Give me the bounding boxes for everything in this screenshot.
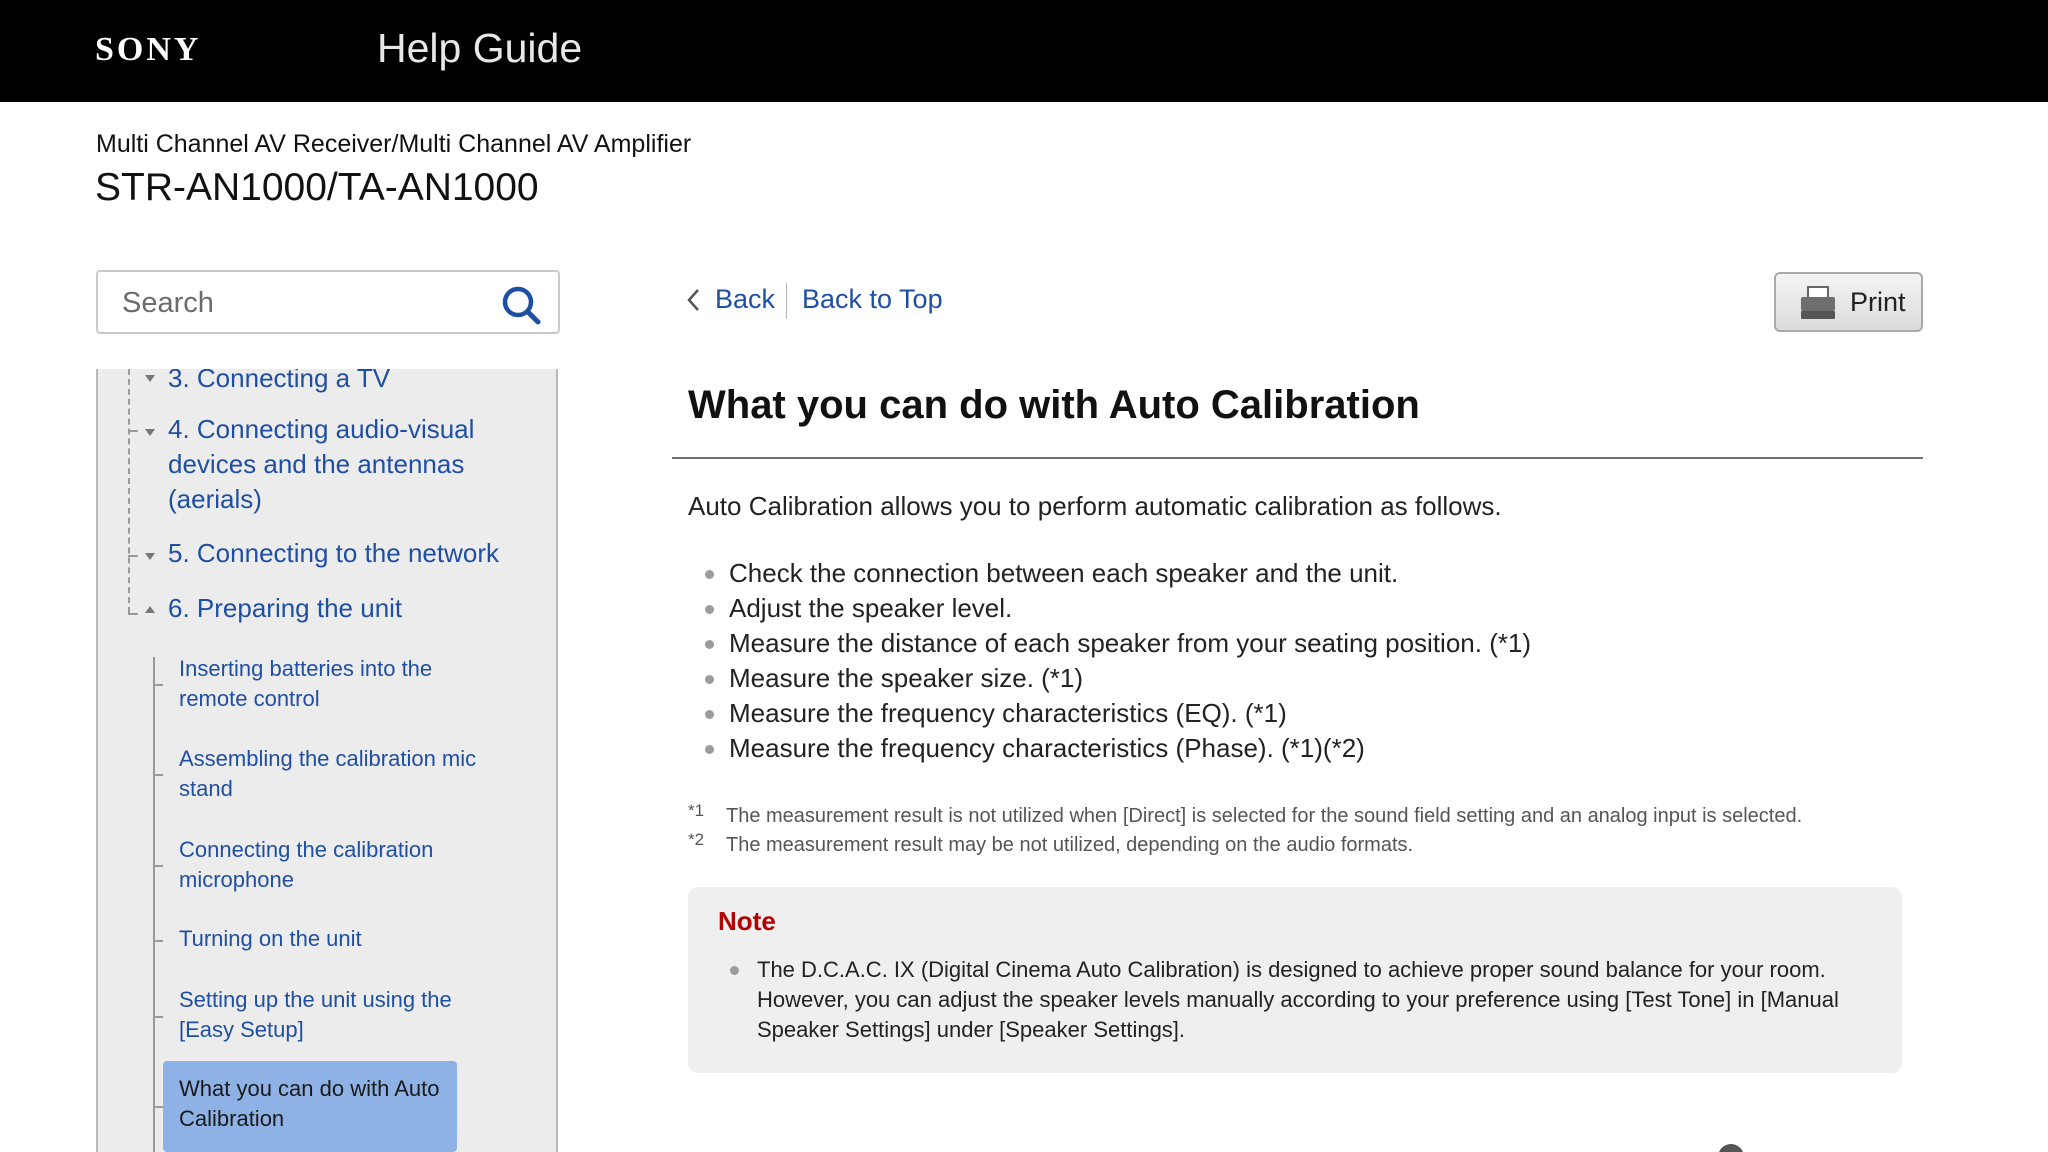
sidebar-item-inserting-batteries[interactable]: Inserting batteries into the remote cont… <box>179 654 499 714</box>
footnote-mark: *1 <box>688 801 705 820</box>
sidebar-item-auto-calibration-active[interactable]: What you can do with Auto Calibration <box>163 1061 457 1152</box>
list-item: Measure the frequency characteristics (P… <box>688 731 1531 766</box>
sidebar-nav: 3. Connecting a TV 4. Connecting audio-v… <box>96 369 558 1152</box>
footnote-text: The measurement result may be not utiliz… <box>726 834 1414 856</box>
sidebar-item-connecting-microphone[interactable]: Connecting the calibration microphone <box>179 835 499 895</box>
list-item: Measure the distance of each speaker fro… <box>688 626 1531 661</box>
collapse-arrow-icon[interactable] <box>145 553 155 560</box>
tree-connector <box>128 555 138 557</box>
sidebar-item-connecting-network[interactable]: 5. Connecting to the network <box>168 536 528 571</box>
note-text: The D.C.A.C. IX (Digital Cinema Auto Cal… <box>757 957 1839 1042</box>
tree-connector <box>153 684 163 686</box>
tree-connector <box>153 865 163 867</box>
print-button[interactable]: Print <box>1774 272 1923 332</box>
chevron-left-icon[interactable] <box>686 288 700 312</box>
sony-logo[interactable]: SONY <box>95 31 201 69</box>
note-heading: Note <box>718 906 776 936</box>
expand-arrow-icon[interactable] <box>145 606 155 613</box>
tree-connector <box>153 940 163 942</box>
sidebar-item-turning-on-unit[interactable]: Turning on the unit <box>179 924 499 954</box>
search-box <box>96 270 560 334</box>
footnote-text: The measurement result is not utilized w… <box>726 805 1803 827</box>
product-subtitle: Multi Channel AV Receiver/Multi Channel … <box>96 130 692 158</box>
page-title: What you can do with Auto Calibration <box>688 383 1420 427</box>
collapse-arrow-icon[interactable] <box>145 375 155 382</box>
note-box: Note The D.C.A.C. IX (Digital Cinema Aut… <box>688 887 1902 1073</box>
sidebar-item-connecting-tv[interactable]: 3. Connecting a TV <box>168 369 528 396</box>
print-label: Print <box>1850 287 1906 317</box>
back-link[interactable]: Back <box>715 284 775 315</box>
tree-connector <box>153 1106 163 1108</box>
nav-divider <box>786 283 787 319</box>
sidebar-item-easy-setup[interactable]: Setting up the unit using the [Easy Setu… <box>179 985 499 1045</box>
scroll-to-top-icon[interactable] <box>1718 1144 1744 1152</box>
list-item: Check the connection between each speake… <box>688 556 1531 591</box>
help-guide-title[interactable]: Help Guide <box>377 25 582 72</box>
list-item: Measure the speaker size. (*1) <box>688 661 1531 696</box>
list-item: Measure the frequency characteristics (E… <box>688 696 1531 731</box>
tree-connector <box>128 613 138 615</box>
collapse-arrow-icon[interactable] <box>145 429 155 436</box>
tree-connector <box>153 657 155 1152</box>
list-item: Adjust the speaker level. <box>688 591 1531 626</box>
calibration-feature-list: Check the connection between each speake… <box>688 556 1531 766</box>
title-divider <box>672 457 1923 459</box>
printer-icon <box>1801 286 1835 319</box>
back-to-top-link[interactable]: Back to Top <box>802 284 943 315</box>
footnote-mark: *2 <box>688 830 705 849</box>
tree-connector <box>128 369 130 613</box>
search-icon[interactable] <box>500 284 542 326</box>
sidebar-item-preparing-unit[interactable]: 6. Preparing the unit <box>168 591 528 626</box>
tree-connector <box>153 774 163 776</box>
sidebar-item-label: What you can do with Auto Calibration <box>179 1076 440 1131</box>
intro-text: Auto Calibration allows you to perform a… <box>688 491 1502 521</box>
sidebar-item-assembling-mic-stand[interactable]: Assembling the calibration mic stand <box>179 744 499 804</box>
top-header-bar: SONY Help Guide <box>0 0 2048 102</box>
tree-connector <box>128 430 138 432</box>
search-input[interactable] <box>122 282 482 324</box>
tree-connector <box>153 1016 163 1018</box>
sidebar-item-connecting-av-devices[interactable]: 4. Connecting audio-visual devices and t… <box>168 412 528 517</box>
product-model: STR-AN1000/TA-AN1000 <box>95 166 539 209</box>
bullet-icon <box>730 966 739 975</box>
